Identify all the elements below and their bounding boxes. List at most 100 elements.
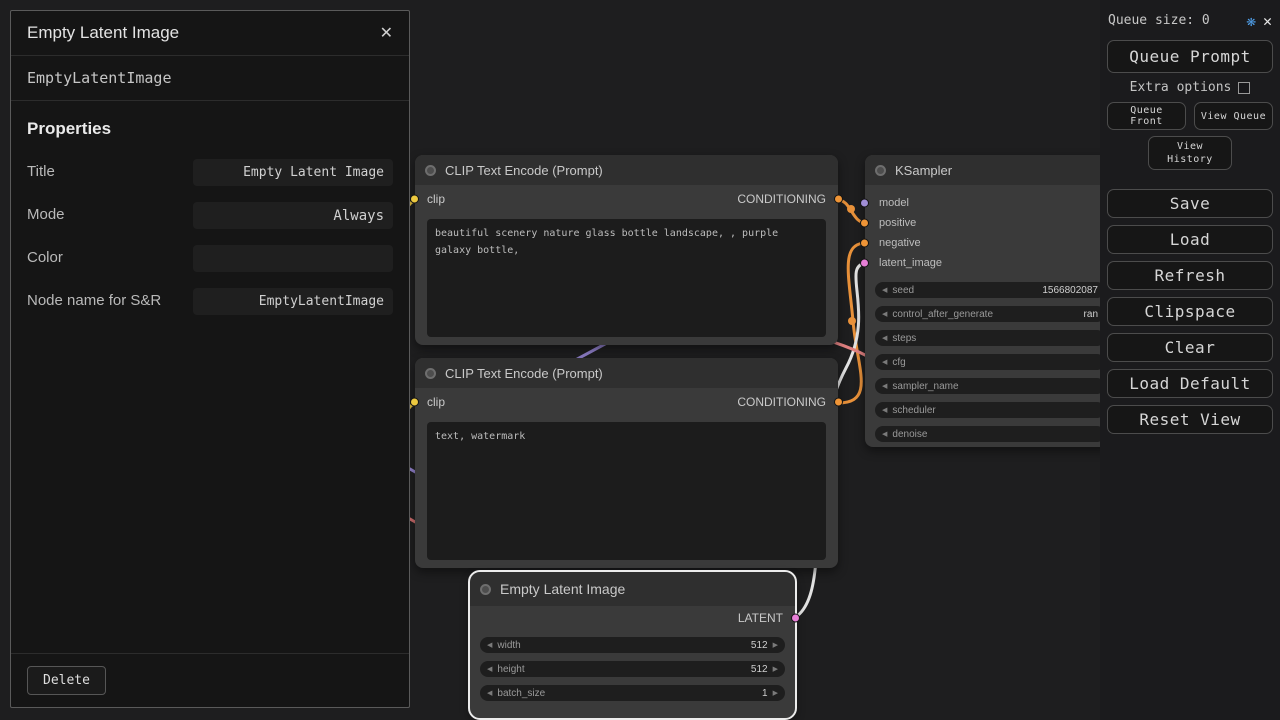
properties-section-title: Properties [27,119,393,139]
widget-height[interactable]: ◀ height 512 ▶ [480,661,785,677]
decrement-arrow-icon[interactable]: ◀ [882,430,887,438]
input-row-negative: negative [865,233,1115,253]
decrement-arrow-icon[interactable]: ◀ [882,358,887,366]
increment-arrow-icon[interactable]: ▶ [773,689,778,697]
save-button[interactable]: Save [1107,189,1273,218]
node-title: CLIP Text Encode (Prompt) [445,366,603,381]
widget-label: sampler_name [892,381,958,392]
dialog-close-icon[interactable]: ✕ [380,23,393,43]
decrement-arrow-icon[interactable]: ◀ [882,286,887,294]
widget-batch-size[interactable]: ◀ batch_size 1 ▶ [480,685,785,701]
widget-label: control_after_generate [892,309,993,320]
node-title: CLIP Text Encode (Prompt) [445,163,603,178]
negative-input-port[interactable] [860,239,869,248]
empty-latent-widgets: ◀ width 512 ▶ ◀ height 512 ▶ ◀ batch_siz… [470,630,795,701]
node-properties-dialog: Empty Latent Image ✕ EmptyLatentImage Pr… [10,10,410,708]
node-title-bar[interactable]: CLIP Text Encode (Prompt) [415,358,838,388]
decrement-arrow-icon[interactable]: ◀ [487,665,492,673]
delete-button[interactable]: Delete [27,666,106,695]
widget-width[interactable]: ◀ width 512 ▶ [480,637,785,653]
widget-steps[interactable]: ◀ steps [875,330,1105,346]
mode-field[interactable]: Always [193,202,393,229]
widget-seed[interactable]: ◀ seed 1566802087 [875,282,1105,298]
node-title-bar[interactable]: KSampler [865,155,1115,185]
refresh-button[interactable]: Refresh [1107,261,1273,290]
field-row-title: Title Empty Latent Image [27,159,393,186]
node-empty-latent-image[interactable]: Empty Latent Image LATENT ◀ width 512 ▶ … [470,572,795,718]
load-default-button[interactable]: Load Default [1107,369,1273,398]
queue-size-row: Queue size: 0 ❋ ✕ [1108,11,1272,30]
input-row-model: model [865,193,1115,213]
increment-arrow-icon[interactable]: ▶ [773,665,778,673]
view-queue-button[interactable]: View Queue [1194,102,1273,130]
widget-label: width [497,640,520,651]
widget-denoise[interactable]: ◀ denoise [875,426,1105,442]
negative-prompt-textarea[interactable]: text, watermark [427,422,826,560]
widget-value: 512 [751,640,768,651]
node-title-bar[interactable]: CLIP Text Encode (Prompt) [415,155,838,185]
node-ksampler[interactable]: KSampler model positive negative latent_… [865,155,1115,447]
clip-input-label: clip [427,192,445,206]
latent-output-label: LATENT [738,611,783,625]
widget-cfg[interactable]: ◀ cfg [875,354,1105,370]
positive-input-port[interactable] [860,219,869,228]
decrement-arrow-icon[interactable]: ◀ [487,641,492,649]
extra-options-checkbox[interactable] [1238,82,1250,94]
negative-input-label: negative [879,237,921,249]
node-clip-text-encode-negative[interactable]: CLIP Text Encode (Prompt) clip CONDITION… [415,358,838,568]
decrement-arrow-icon[interactable]: ◀ [882,334,887,342]
queue-front-button[interactable]: Queue Front [1107,102,1186,130]
node-collapse-dot-icon[interactable] [425,368,436,379]
conditioning-output-label: CONDITIONING [737,395,826,409]
clipspace-button[interactable]: Clipspace [1107,297,1273,326]
node-collapse-dot-icon[interactable] [480,584,491,595]
widget-scheduler[interactable]: ◀ scheduler [875,402,1105,418]
queue-prompt-button[interactable]: Queue Prompt [1107,40,1273,73]
extra-options-row: Extra options [1107,80,1273,95]
node-collapse-dot-icon[interactable] [425,165,436,176]
queue-size-label: Queue size: 0 [1108,13,1239,28]
dialog-body: Properties Title Empty Latent Image Mode… [11,101,409,653]
increment-arrow-icon[interactable]: ▶ [773,641,778,649]
model-input-port[interactable] [860,199,869,208]
clear-button[interactable]: Clear [1107,333,1273,362]
ksampler-widgets: ◀ seed 1566802087 ◀ control_after_genera… [865,273,1115,442]
node-collapse-dot-icon[interactable] [875,165,886,176]
extra-options-label: Extra options [1130,80,1232,95]
view-history-button[interactable]: View History [1148,136,1232,170]
decrement-arrow-icon[interactable]: ◀ [882,382,887,390]
conditioning-output-port[interactable] [834,195,843,204]
widget-label: steps [892,333,916,344]
reset-view-button[interactable]: Reset View [1107,405,1273,434]
queue-actions-row: Queue Front View Queue [1107,102,1273,130]
widget-label: cfg [892,357,905,368]
widget-control-after-generate[interactable]: ◀ control_after_generate ran [875,306,1105,322]
comfy-menu-panel: Queue size: 0 ❋ ✕ Queue Prompt Extra opt… [1100,0,1280,720]
latent-output-port[interactable] [791,614,800,623]
positive-prompt-textarea[interactable]: beautiful scenery nature glass bottle la… [427,219,826,337]
load-button[interactable]: Load [1107,225,1273,254]
ksampler-inputs: model positive negative latent_image [865,185,1115,273]
decrement-arrow-icon[interactable]: ◀ [487,689,492,697]
input-row-positive: positive [865,213,1115,233]
node-title-bar[interactable]: Empty Latent Image [470,572,795,606]
widget-sampler-name[interactable]: ◀ sampler_name [875,378,1105,394]
clip-input-port[interactable] [410,398,419,407]
menu-close-icon[interactable]: ✕ [1263,12,1272,30]
node-name-snr-field[interactable]: EmptyLatentImage [193,288,393,315]
settings-gear-icon[interactable]: ❋ [1246,11,1256,30]
io-row: clip CONDITIONING [415,185,838,213]
node-clip-text-encode-positive[interactable]: CLIP Text Encode (Prompt) clip CONDITION… [415,155,838,345]
node-title: KSampler [895,163,952,178]
conditioning-output-port[interactable] [834,398,843,407]
decrement-arrow-icon[interactable]: ◀ [882,406,887,414]
title-field[interactable]: Empty Latent Image [193,159,393,186]
clip-input-port[interactable] [410,195,419,204]
field-label: Mode [27,205,65,225]
color-field[interactable] [193,245,393,272]
output-row-latent: LATENT [470,606,795,630]
latent-image-input-port[interactable] [860,259,869,268]
field-row-color: Color [27,245,393,272]
decrement-arrow-icon[interactable]: ◀ [882,310,887,318]
field-label: Color [27,248,63,268]
